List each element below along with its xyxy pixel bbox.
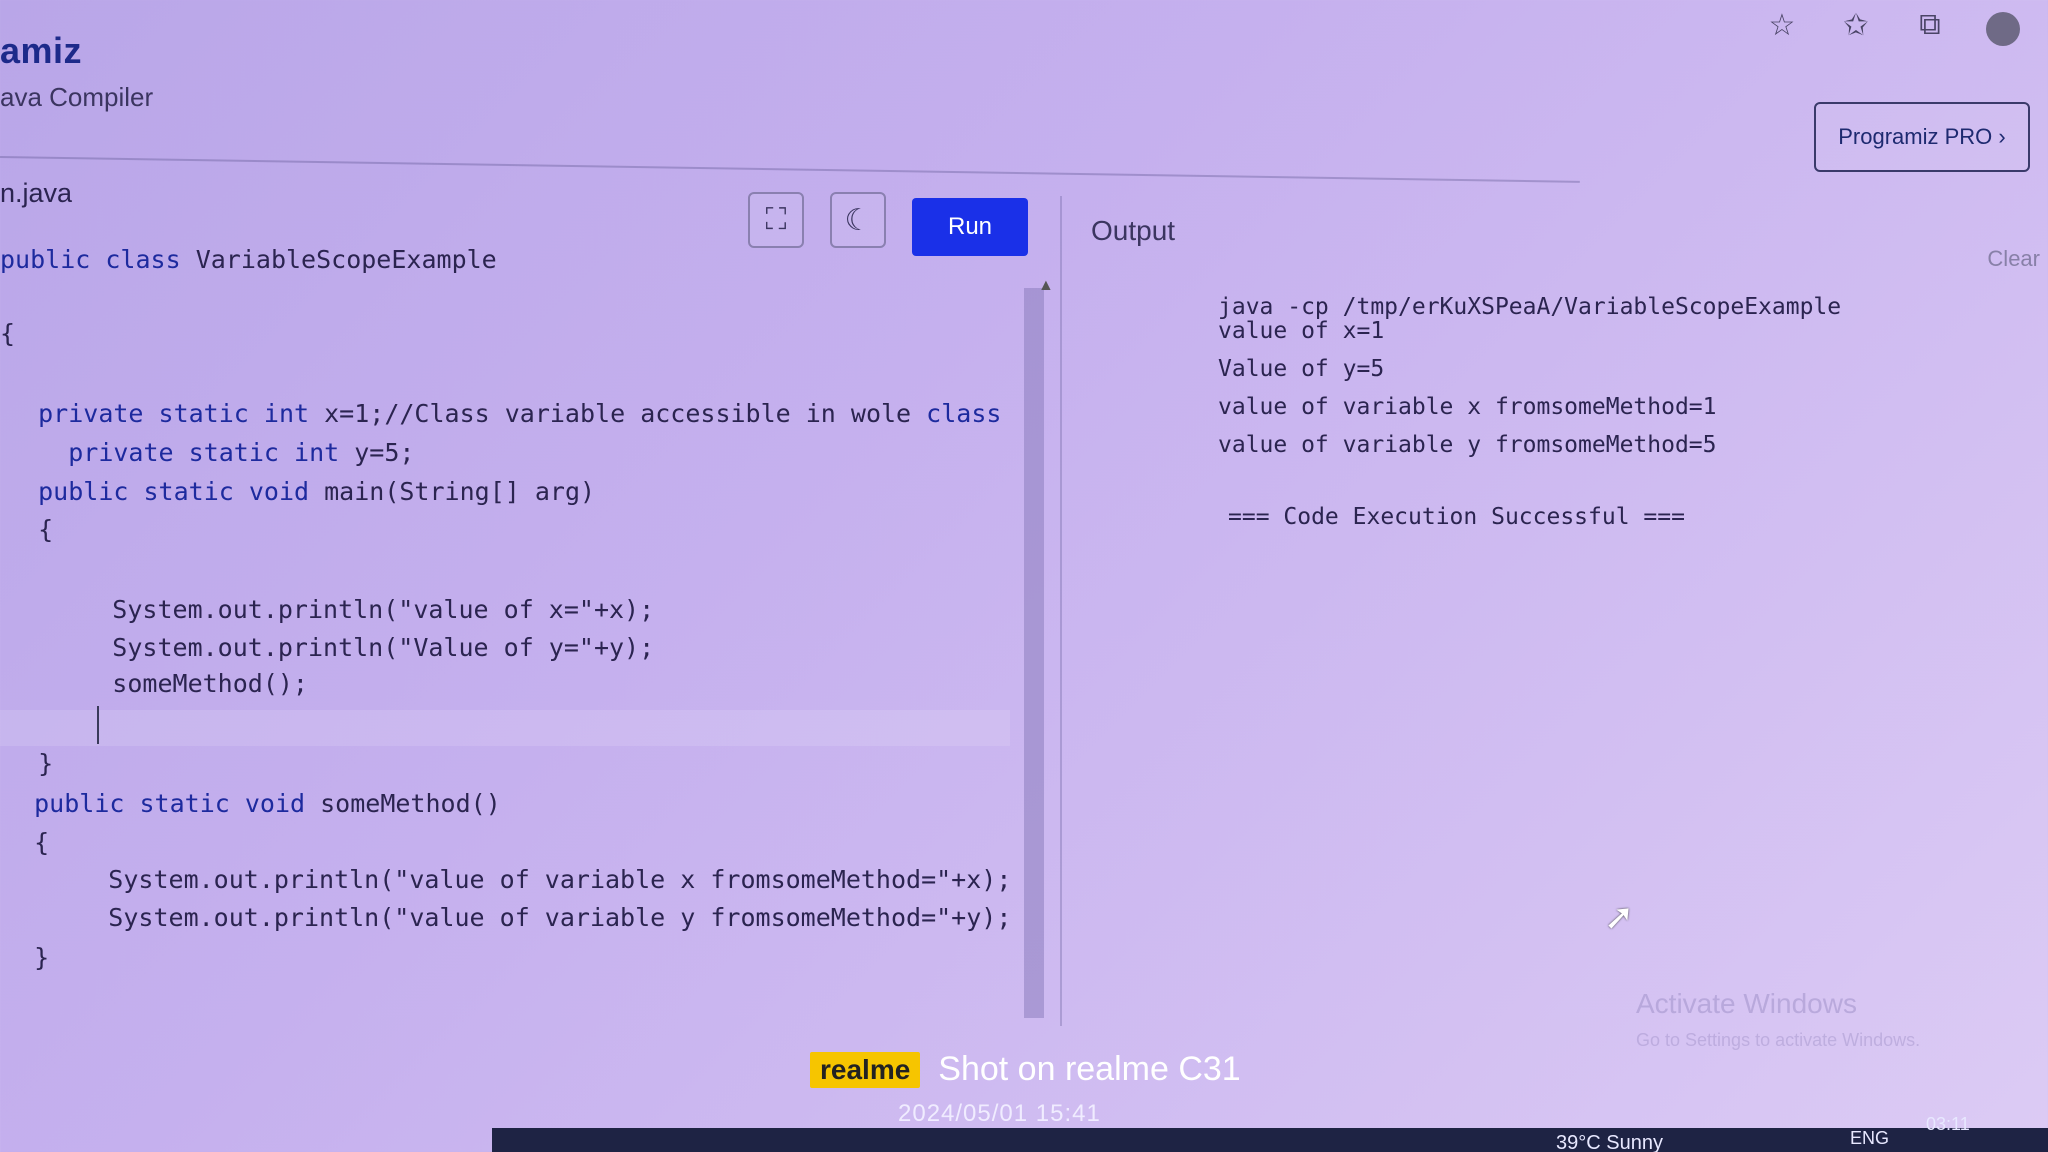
output-title: Output <box>1091 215 1176 246</box>
output-line: value of variable x fromsomeMethod=1 <box>1218 394 1717 420</box>
file-tab[interactable]: n.java <box>0 178 72 209</box>
execution-status: === Code Execution Successful === <box>1228 504 1685 530</box>
text-caret <box>97 706 99 744</box>
activate-windows-title: Activate Windows <box>1636 988 1857 1019</box>
clear-button[interactable]: Clear <box>1987 246 2040 272</box>
expand-icon: ⛶ <box>765 203 787 236</box>
shot-timestamp: 2024/05/01 15:41 <box>898 1100 1101 1127</box>
code-line: public class VariableScopeExample <box>0 245 497 274</box>
site-brand[interactable]: amiz <box>0 30 82 72</box>
code-line: private static int y=5; <box>68 438 415 467</box>
code-line: System.out.println("Value of y="+y); <box>22 633 655 662</box>
output-line: value of variable y fromsomeMethod=5 <box>1218 432 1717 458</box>
star-plus-icon[interactable]: ☆ <box>1764 8 1800 46</box>
browser-toolbar: ☆ ✩ ⧉ <box>1764 8 2020 46</box>
camera-watermark: realme Shot on realme C31 <box>810 1050 1241 1089</box>
code-line: } <box>8 749 54 778</box>
code-line: someMethod(); <box>22 669 308 698</box>
header-divider <box>0 156 1580 183</box>
code-line: } <box>4 943 50 972</box>
dark-mode-button[interactable]: ☾ <box>830 192 886 248</box>
current-line-highlight <box>0 710 1010 746</box>
realme-badge: realme <box>810 1051 921 1088</box>
mouse-pointer-icon: ➚ <box>1604 896 1635 937</box>
output-line: value of x=1 <box>1218 318 1385 344</box>
code-line: { <box>0 319 16 348</box>
activate-windows-subtitle: Go to Settings to activate Windows. <box>1636 1030 1921 1050</box>
run-button[interactable]: Run <box>912 198 1028 256</box>
moon-icon: ☾ <box>844 203 872 237</box>
weather-widget[interactable]: 39°C Sunny <box>1556 1132 1663 1152</box>
windows-taskbar <box>492 1128 2048 1152</box>
output-line: java -cp /tmp/erKuXSPeaA/VariableScopeEx… <box>1218 294 1842 320</box>
page-subtitle: ava Compiler <box>0 82 154 112</box>
editor-scrollbar[interactable] <box>1024 288 1044 1018</box>
output-line: Value of y=5 <box>1218 356 1385 382</box>
realme-caption: Shot on realme C31 <box>938 1050 1241 1088</box>
fullscreen-button[interactable]: ⛶ <box>748 192 804 248</box>
collections-icon[interactable]: ⧉ <box>1912 8 1948 46</box>
code-line: { <box>8 515 54 544</box>
code-line: System.out.println("value of x="+x); <box>22 595 655 624</box>
profile-avatar[interactable] <box>1986 12 2020 46</box>
code-line: private static int x=1;//Class variable … <box>38 399 1002 428</box>
code-line: public static void main(String[] arg) <box>38 477 596 506</box>
panel-divider[interactable] <box>1060 196 1062 1026</box>
code-line: System.out.println("value of variable y … <box>18 903 1012 932</box>
scroll-up-arrow-icon[interactable]: ▲ <box>1038 277 1054 295</box>
code-line: System.out.println("value of variable x … <box>18 865 1012 894</box>
code-line: public static void someMethod() <box>34 789 501 818</box>
system-clock[interactable]: 03:11 <box>1926 1114 1970 1135</box>
programiz-pro-button[interactable]: Programiz PRO › <box>1814 102 2030 172</box>
favorites-icon[interactable]: ✩ <box>1838 8 1874 46</box>
language-indicator[interactable]: ENG <box>1850 1128 1889 1149</box>
code-line: { <box>4 828 50 857</box>
